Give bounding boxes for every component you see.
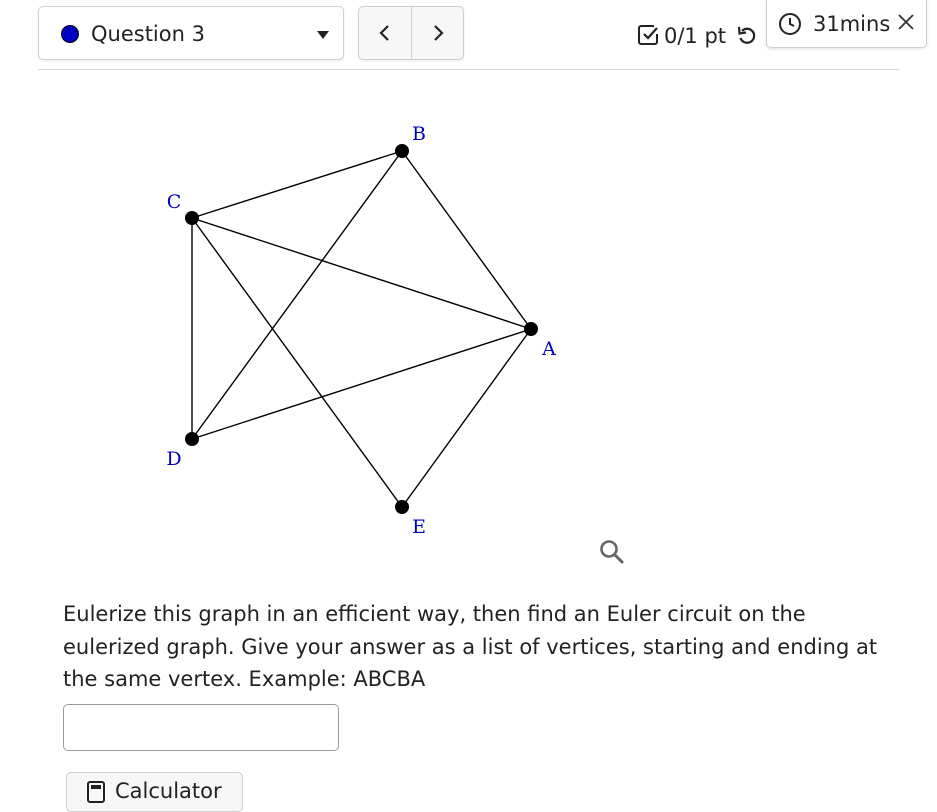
edge-AE xyxy=(401,328,532,508)
edge-DA xyxy=(191,328,532,440)
answer-input[interactable] xyxy=(63,704,339,751)
magnifier-icon[interactable] xyxy=(598,538,626,566)
vertex-label-D: D xyxy=(166,448,181,470)
edge-CB xyxy=(191,150,403,219)
vertex-E xyxy=(395,500,409,514)
vertex-label-B: B xyxy=(412,123,426,145)
vertex-B xyxy=(395,144,409,158)
edge-CE xyxy=(191,217,403,508)
vertex-label-A: A xyxy=(541,338,556,360)
vertex-label-E: E xyxy=(412,516,426,538)
question-text: Eulerize this graph in an efficient way,… xyxy=(63,602,878,691)
vertex-A xyxy=(524,322,538,336)
edge-BD xyxy=(191,150,403,440)
edge-CA xyxy=(191,217,532,330)
calculator-label: Calculator xyxy=(115,779,222,803)
vertex-C xyxy=(185,211,199,225)
vertex-label-C: C xyxy=(167,191,182,213)
edge-BA xyxy=(401,150,532,330)
graph-figure: A B C D E xyxy=(166,123,556,538)
calculator-icon xyxy=(87,781,105,803)
vertex-D xyxy=(185,432,199,446)
calculator-button[interactable]: Calculator xyxy=(66,772,243,812)
